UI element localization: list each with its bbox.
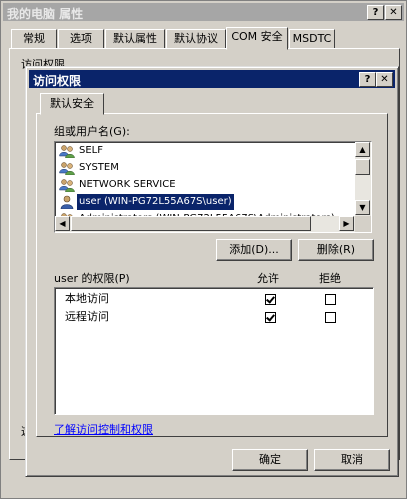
- user-icon: [59, 195, 75, 210]
- tab-msdtc[interactable]: MSDTC: [289, 29, 335, 49]
- tab-options[interactable]: 选项: [58, 29, 104, 49]
- user-group-icon: [59, 161, 75, 176]
- tab-com-security[interactable]: COM 安全: [226, 27, 288, 50]
- scroll-right-arrow-icon[interactable]: ▶: [339, 216, 354, 231]
- tab-default-properties[interactable]: 默认属性: [105, 29, 165, 49]
- cancel-button[interactable]: 取消: [314, 449, 390, 471]
- user-group-icon: [59, 144, 75, 159]
- permission-name: 远程访问: [65, 310, 109, 323]
- properties-title-bar: 我的电脑 属性 ? ✕: [3, 3, 404, 21]
- properties-title: 我的电脑 属性: [7, 7, 84, 21]
- tab-general[interactable]: 常规: [11, 29, 57, 49]
- user-list-item[interactable]: SELF: [57, 143, 353, 159]
- permission-row-remote-access: 远程访问: [65, 308, 109, 326]
- user-list-item[interactable]: user (WIN-PG72L55A67S\user): [57, 194, 353, 210]
- ok-button[interactable]: 确定: [232, 449, 308, 471]
- add-button[interactable]: 添加(D)...: [216, 239, 292, 261]
- user-list-item[interactable]: SYSTEM: [57, 160, 353, 176]
- user-name: SELF: [79, 145, 103, 156]
- scroll-up-arrow-icon[interactable]: ▲: [355, 142, 370, 157]
- permission-name: 本地访问: [65, 292, 109, 305]
- remove-button[interactable]: 删除(R): [298, 239, 374, 261]
- remote-access-deny-checkbox[interactable]: [325, 312, 336, 323]
- allow-header: 允许: [257, 272, 279, 285]
- vertical-scroll-thumb[interactable]: [355, 159, 370, 175]
- dialog-title: 访问权限: [33, 74, 82, 88]
- local-access-deny-checkbox[interactable]: [325, 294, 336, 305]
- users-listbox[interactable]: SELF SYSTEM NETWORK SERVICE user (WIN-PG72L…: [54, 141, 372, 233]
- dialog-help-button[interactable]: ?: [359, 72, 376, 87]
- scroll-corner: [355, 216, 371, 232]
- users-label: 组或用户名(G):: [54, 125, 130, 138]
- permissions-label: user 的权限(P): [54, 272, 130, 285]
- users-vertical-scrollbar[interactable]: ▲ ▼: [355, 142, 371, 216]
- dialog-close-button[interactable]: ✕: [376, 72, 393, 87]
- user-name: SYSTEM: [79, 162, 119, 173]
- remote-access-allow-checkbox[interactable]: [265, 312, 276, 323]
- user-group-icon: [59, 178, 75, 193]
- user-list-item[interactable]: NETWORK SERVICE: [57, 177, 353, 193]
- scroll-left-arrow-icon[interactable]: ◀: [55, 216, 70, 231]
- tab-default-security[interactable]: 默认安全: [40, 93, 104, 115]
- permission-row-local-access: 本地访问: [65, 290, 109, 308]
- tab-default-protocols[interactable]: 默认协议: [166, 29, 226, 49]
- learn-access-control-link[interactable]: 了解访问控制和权限: [54, 421, 153, 437]
- permissions-list: 本地访问 远程访问: [54, 287, 374, 415]
- access-permissions-dialog: 访问权限 ? ✕ 默认安全 组或用户名(G): SELF SYSTEM NETWOR…: [25, 66, 399, 477]
- dialog-title-bar: 访问权限 ? ✕: [29, 70, 395, 88]
- deny-header: 拒绝: [319, 272, 341, 285]
- users-horizontal-scrollbar[interactable]: ◀ ▶: [55, 216, 355, 232]
- properties-help-button[interactable]: ?: [367, 5, 384, 20]
- user-name: user (WIN-PG72L55A67S\user): [77, 194, 234, 210]
- local-access-allow-checkbox[interactable]: [265, 294, 276, 305]
- horizontal-scroll-thumb[interactable]: [71, 216, 311, 231]
- user-name: NETWORK SERVICE: [79, 179, 176, 190]
- scroll-down-arrow-icon[interactable]: ▼: [355, 200, 370, 215]
- properties-close-button[interactable]: ✕: [385, 5, 402, 20]
